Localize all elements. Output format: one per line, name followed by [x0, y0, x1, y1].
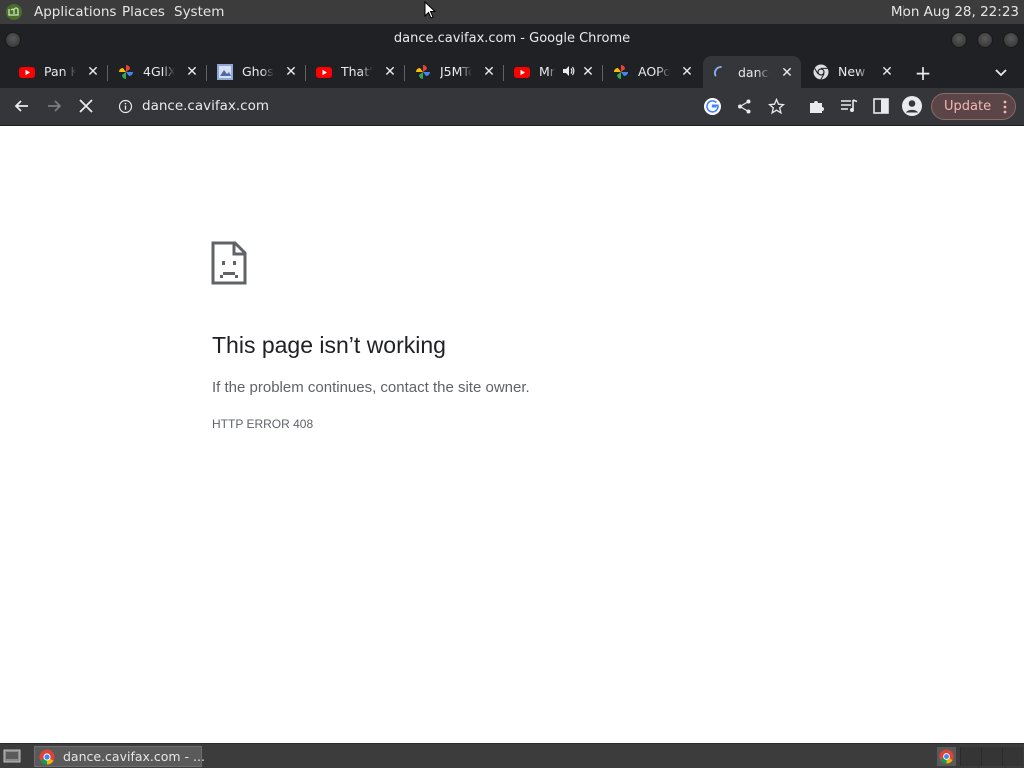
error-heading: This page isn’t working: [212, 332, 446, 358]
tab-thats[interactable]: That's ✕: [306, 58, 405, 86]
minimize-button[interactable]: [951, 32, 967, 48]
image-favicon-icon: [217, 64, 233, 80]
os-taskbar: dance.cavifax.com - ...: [0, 743, 1024, 768]
menu-system[interactable]: System: [174, 4, 224, 20]
close-icon[interactable]: ✕: [679, 64, 695, 80]
site-info-icon[interactable]: [118, 99, 133, 114]
youtube-icon: [316, 67, 332, 78]
loading-spinner-icon: [714, 66, 722, 77]
chrome-icon: [939, 749, 954, 764]
tray-chrome-icon[interactable]: [937, 747, 956, 766]
tab-label: 4GIlX: [143, 64, 175, 79]
mint-logo-icon[interactable]: [5, 3, 23, 21]
close-icon[interactable]: ✕: [382, 64, 398, 80]
tab-label: dance: [738, 65, 770, 80]
tab-label: Mr: [539, 64, 555, 79]
share-icon[interactable]: [736, 98, 753, 115]
tab-mr[interactable]: Mr ✕: [504, 58, 603, 86]
close-icon[interactable]: ✕: [481, 64, 497, 80]
mouse-cursor-icon: [424, 1, 436, 19]
taskbar-window-label: dance.cavifax.com - ...: [63, 749, 205, 764]
tab-new-tab[interactable]: New T ✕: [803, 58, 901, 86]
update-label: Update: [944, 99, 992, 114]
browser-toolbar: dance.cavifax.com Update: [0, 88, 1024, 126]
media-queue-icon[interactable]: [838, 95, 860, 117]
tab-label: New T: [838, 64, 870, 79]
error-code: HTTP ERROR 408: [212, 417, 314, 431]
taskbar-window-button[interactable]: dance.cavifax.com - ...: [34, 746, 205, 767]
tab-label: Ghost: [242, 64, 274, 79]
tab-dance-active[interactable]: dance ✕: [703, 56, 801, 90]
profile-avatar-icon[interactable]: [901, 95, 923, 117]
pinwheel-icon: [614, 65, 628, 79]
tab-label: Pan K: [44, 64, 76, 79]
forward-arrow-icon[interactable]: [43, 95, 65, 117]
close-icon[interactable]: ✕: [85, 64, 101, 80]
tab-pan-k[interactable]: Pan K ✕: [9, 58, 108, 86]
chrome-icon: [813, 64, 829, 80]
youtube-icon: [514, 67, 530, 78]
tab-aopo[interactable]: AOPo ✕: [603, 58, 701, 86]
sad-page-icon: [211, 241, 247, 285]
more-vertical-icon[interactable]: [1002, 99, 1008, 115]
close-icon[interactable]: ✕: [779, 65, 795, 81]
close-icon[interactable]: ✕: [879, 64, 895, 80]
extensions-puzzle-icon[interactable]: [806, 95, 828, 117]
pinwheel-icon: [416, 65, 430, 79]
maximize-button[interactable]: [977, 32, 993, 48]
pinwheel-icon: [119, 65, 133, 79]
workspace-3[interactable]: [1002, 747, 1023, 766]
tab-ghost[interactable]: Ghost ✕: [207, 58, 306, 86]
menu-applications[interactable]: Applications: [34, 4, 116, 20]
workspace-1[interactable]: [960, 747, 981, 766]
tab-search-chevron-icon[interactable]: [992, 63, 1010, 81]
show-desktop-icon[interactable]: [3, 748, 21, 764]
close-icon[interactable]: ✕: [184, 64, 200, 80]
close-icon[interactable]: ✕: [283, 64, 299, 80]
tab-label: J5MTc: [440, 64, 472, 79]
window-title: dance.cavifax.com - Google Chrome: [393, 31, 631, 46]
tab-j5mtc[interactable]: J5MTc ✕: [405, 58, 504, 86]
os-top-panel: Applications Places System Mon Aug 28, 2…: [0, 0, 1024, 24]
workspace-2[interactable]: [981, 747, 1002, 766]
new-tab-plus-icon[interactable]: +: [913, 63, 933, 83]
side-panel-icon[interactable]: [870, 95, 892, 117]
address-bar[interactable]: dance.cavifax.com: [108, 92, 792, 121]
tab-strip: Pan K ✕ 4GIlX ✕ Ghost ✕ That's ✕: [0, 54, 1024, 90]
back-arrow-icon[interactable]: [11, 95, 33, 117]
google-lens-g-icon[interactable]: [704, 98, 721, 115]
youtube-icon: [19, 67, 35, 78]
close-icon[interactable]: ✕: [580, 64, 596, 80]
error-description: If the problem continues, contact the si…: [212, 379, 530, 396]
stop-loading-x-icon[interactable]: [75, 95, 97, 117]
speaker-icon[interactable]: [562, 64, 576, 78]
menu-places[interactable]: Places: [122, 4, 165, 20]
window-titlebar[interactable]: dance.cavifax.com - Google Chrome: [0, 24, 1024, 54]
close-window-button[interactable]: [1003, 32, 1019, 48]
tab-label: AOPo: [638, 64, 670, 79]
bookmark-star-icon[interactable]: [768, 98, 785, 115]
url-text[interactable]: dance.cavifax.com: [142, 98, 269, 115]
tab-4gilx[interactable]: 4GIlX ✕: [108, 58, 207, 86]
tab-label: That's: [341, 64, 373, 79]
page-content: This page isn’t working If the problem c…: [0, 126, 1024, 743]
chrome-icon: [39, 749, 55, 765]
update-button[interactable]: Update: [931, 93, 1016, 120]
clock[interactable]: Mon Aug 28, 22:23: [891, 4, 1019, 20]
